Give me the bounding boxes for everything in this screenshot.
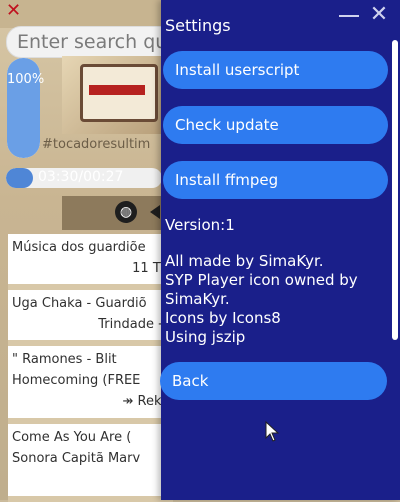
check-update-button[interactable]: Check update [163, 106, 388, 144]
track-title: Uga Chaka - Guardiõ [12, 296, 147, 311]
previous-icon[interactable] [150, 205, 160, 219]
player-controls [62, 196, 162, 230]
close-icon[interactable]: ✕ [6, 2, 24, 20]
page-title: Settings [165, 16, 231, 35]
credits-line: Using jszip [165, 328, 246, 346]
track-extra: ↠ Reko [122, 394, 170, 409]
top-strip [0, 0, 165, 28]
version-label: Version:1 [165, 216, 235, 234]
credits-line: SYP Player icon owned by [165, 271, 358, 289]
progress-fill [6, 168, 33, 188]
track-subtitle: Homecoming (FREE [12, 373, 141, 388]
back-button[interactable]: Back [160, 362, 387, 400]
cassette-image [80, 64, 158, 122]
credits-line: All made by SimaKyr. [165, 252, 324, 270]
track-subtitle: 11 Th [132, 261, 169, 276]
list-item[interactable]: Música dos guardiõe 11 Th [8, 234, 173, 290]
scrollbar[interactable] [392, 40, 398, 340]
list-item[interactable]: Uga Chaka - Guardiõ Trindade ↠ [8, 290, 173, 346]
close-icon[interactable]: ✕ [367, 4, 391, 28]
track-subtitle: Trindade ↠ [98, 317, 169, 332]
progress-time: 03:30/00:27 [38, 169, 124, 185]
install-ffmpeg-button[interactable]: Install ffmpeg [163, 161, 388, 199]
volume-label: 100% [7, 72, 45, 87]
track-list: Música dos guardiõe 11 Th Uga Chaka - Gu… [8, 234, 173, 502]
search-bar[interactable] [6, 26, 183, 58]
track-title: " Ramones - Blit [12, 352, 117, 367]
track-hashtag: #tocadoresultim [42, 137, 151, 152]
list-item[interactable]: " Ramones - Blit Homecoming (FREE ↠ Reko [8, 346, 173, 424]
install-userscript-button[interactable]: Install userscript [163, 51, 388, 89]
track-title: Música dos guardiõe [12, 240, 146, 255]
search-input[interactable] [7, 27, 182, 57]
globe-icon[interactable]: ◍ [115, 201, 137, 223]
track-title: Come As You Are ( [12, 430, 132, 445]
list-item[interactable]: Come As You Are ( Sonora Capitã Marv n [8, 424, 173, 502]
credits-line: Icons by Icons8 [165, 309, 281, 327]
track-subtitle: Sonora Capitã Marv [12, 451, 141, 466]
credits-line: SimaKyr. [165, 290, 230, 308]
minimize-icon[interactable] [337, 6, 361, 26]
credits-text: All made by SimaKyr. SYP Player icon own… [165, 252, 390, 347]
track-extra: n [12, 469, 169, 490]
